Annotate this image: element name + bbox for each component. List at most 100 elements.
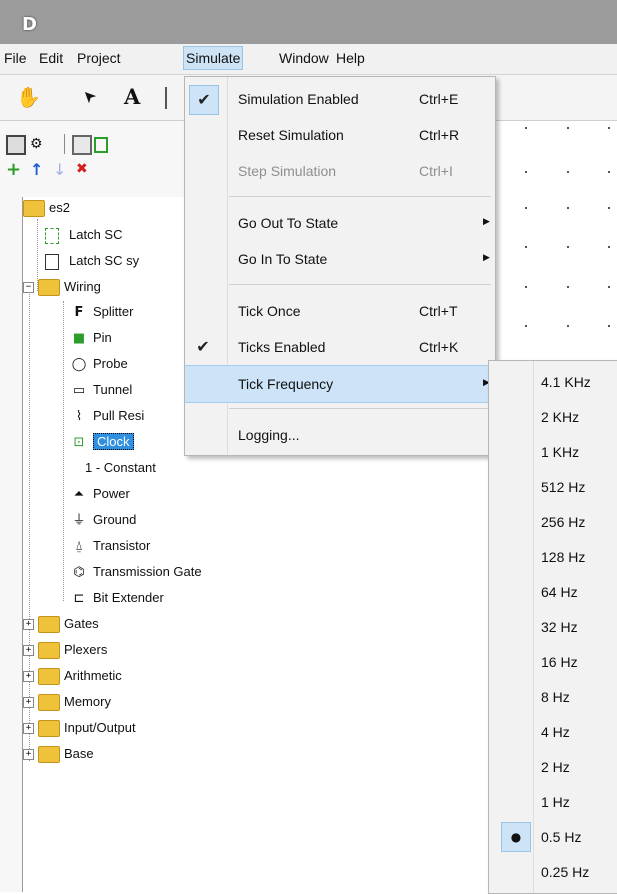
freq-option[interactable]: 0.25 Hz <box>489 855 617 889</box>
tree-folder-wiring[interactable]: − Wiring <box>23 276 101 298</box>
freq-option[interactable]: 1 KHz <box>489 435 617 469</box>
expand-icon[interactable]: + <box>23 749 34 761</box>
expand-icon[interactable]: + <box>23 619 34 631</box>
arrow-pointer-icon[interactable]: ➤ <box>77 85 100 108</box>
freq-option[interactable]: 128 Hz <box>489 540 617 574</box>
wrench-tool-icon[interactable] <box>6 135 26 155</box>
tree-project[interactable]: es2 <box>23 197 70 219</box>
circuit-appearance-icon[interactable] <box>94 137 108 153</box>
grid-dot <box>608 127 610 129</box>
freq-option[interactable]: 512 Hz <box>489 470 617 504</box>
menu-item-reset-simulation[interactable]: Reset Simulation Ctrl+R <box>185 117 495 153</box>
menu-separator <box>229 408 491 409</box>
freq-option[interactable]: 32 Hz <box>489 610 617 644</box>
menu-item-logging[interactable]: Logging... <box>185 417 495 453</box>
menu-project[interactable]: Project <box>77 50 121 66</box>
menu-item-go-in-to-state[interactable]: Go In To State ▶ <box>185 241 495 277</box>
move-up-icon[interactable]: ↑ <box>30 160 43 179</box>
menu-item-ticks-enabled[interactable]: ✔ Ticks Enabled Ctrl+K <box>185 329 495 365</box>
tree-folder-base[interactable]: + Base <box>23 743 94 765</box>
hand-icon[interactable]: ✋ <box>16 85 41 109</box>
grid-dot <box>525 325 527 327</box>
folder-icon <box>38 746 60 764</box>
grid-dot <box>525 207 527 209</box>
freq-option[interactable]: 4 Hz <box>489 715 617 749</box>
tree-item-tunnel[interactable]: ▭ Tunnel <box>71 379 132 401</box>
menu-item-go-out-to-state[interactable]: Go Out To State ▶ <box>185 205 495 241</box>
check-icon: ✔ <box>196 337 210 356</box>
tree-folder-memory[interactable]: + Memory <box>23 691 111 713</box>
check-icon: ✔ <box>189 85 219 115</box>
delete-icon[interactable]: ✖ <box>76 161 88 177</box>
folder-icon <box>38 720 60 738</box>
ground-icon: ⏚ <box>72 512 86 528</box>
menu-simulate[interactable]: Simulate <box>183 46 244 70</box>
folder-icon <box>38 616 60 634</box>
submenu-arrow-icon: ▶ <box>483 252 490 262</box>
grid-dot <box>525 171 527 173</box>
add-circuit-icon[interactable]: + <box>6 159 21 180</box>
circuit-icon <box>45 253 59 270</box>
circuit-icon <box>45 227 59 244</box>
tree-item-ground[interactable]: ⏚ Ground <box>71 509 136 531</box>
grid-dot <box>567 127 569 129</box>
expand-icon[interactable]: + <box>23 697 34 709</box>
grid-dot <box>608 325 610 327</box>
tree-circuit-latch-sc[interactable]: Latch SC <box>45 224 122 246</box>
text-tool-icon[interactable]: A <box>124 84 140 109</box>
tree-item-bit-extender[interactable]: ⊏ Bit Extender <box>71 587 164 609</box>
tree-folder-arithmetic[interactable]: + Arithmetic <box>23 665 122 687</box>
freq-option[interactable]: 2 KHz <box>489 400 617 434</box>
freq-option[interactable]: 2 Hz <box>489 750 617 784</box>
freq-option-selected[interactable]: ● 0.5 Hz <box>489 820 617 854</box>
submenu-arrow-icon: ▶ <box>483 216 490 226</box>
menu-help[interactable]: Help <box>336 50 365 66</box>
menu-item-step-simulation: Step Simulation Ctrl+I <box>238 163 453 179</box>
tree-folder-input-output[interactable]: + Input/Output <box>23 717 136 739</box>
freq-option[interactable]: 64 Hz <box>489 575 617 609</box>
menu-item-tick-once[interactable]: Tick Once Ctrl+T <box>185 293 495 329</box>
menu-item-simulation-enabled[interactable]: ✔ Simulation Enabled Ctrl+E <box>185 81 495 117</box>
freq-option[interactable]: 4.1 KHz <box>489 365 617 399</box>
tree-item-splitter[interactable]: F Splitter <box>71 301 134 323</box>
menu-file[interactable]: File <box>4 50 27 66</box>
collapse-icon[interactable]: − <box>23 282 34 294</box>
circuit-layout-icon[interactable] <box>72 135 92 155</box>
tree-item-pin[interactable]: ■ Pin <box>71 327 112 349</box>
expand-icon[interactable]: + <box>23 645 34 657</box>
radio-selected-icon: ● <box>501 822 531 852</box>
splitter-icon: F <box>74 304 84 320</box>
tree-item-power[interactable]: ⏶ Power <box>71 483 130 505</box>
toolbar-divider <box>165 87 167 109</box>
expand-icon[interactable]: + <box>23 671 34 683</box>
freq-option[interactable]: 256 Hz <box>489 505 617 539</box>
tree-item-pull-resistor[interactable]: ⌇ Pull Resi <box>71 405 144 427</box>
tree-folder-gates[interactable]: + Gates <box>23 613 99 635</box>
freq-option[interactable]: 1 Hz <box>489 785 617 819</box>
grid-dot <box>567 246 569 248</box>
tree-item-clock[interactable]: ⊡ Clock <box>71 431 134 453</box>
probe-icon: ◯ <box>71 356 87 372</box>
freq-option[interactable]: 8 Hz <box>489 680 617 714</box>
tree-item-constant[interactable]: 1 - Constant <box>71 457 156 479</box>
freq-option[interactable]: 16 Hz <box>489 645 617 679</box>
folder-icon <box>38 279 60 297</box>
menu-item-tick-frequency[interactable]: Tick Frequency ▶ <box>185 365 495 403</box>
move-down-icon[interactable]: ↓ <box>53 160 66 179</box>
appearance-icon[interactable]: ⚙ <box>30 135 50 153</box>
tree-item-transmission-gate[interactable]: ⌬ Transmission Gate <box>71 561 201 583</box>
menu-separator <box>229 196 491 197</box>
clock-icon: ⊡ <box>73 434 85 450</box>
grid-dot <box>608 286 610 288</box>
menu-edit[interactable]: Edit <box>39 50 63 66</box>
folder-icon <box>38 668 60 686</box>
bit-extender-icon: ⊏ <box>73 590 85 606</box>
tree-item-transistor[interactable]: ⍙ Transistor <box>71 535 150 557</box>
grid-dot <box>525 286 527 288</box>
menu-window[interactable]: Window <box>279 50 329 66</box>
tree-folder-plexers[interactable]: + Plexers <box>23 639 107 661</box>
expand-icon[interactable]: + <box>23 723 34 735</box>
menu-separator <box>229 284 491 285</box>
tree-item-probe[interactable]: ◯ Probe <box>71 353 128 375</box>
tree-circuit-latch-sc-sync[interactable]: Latch SC sy <box>45 250 139 272</box>
